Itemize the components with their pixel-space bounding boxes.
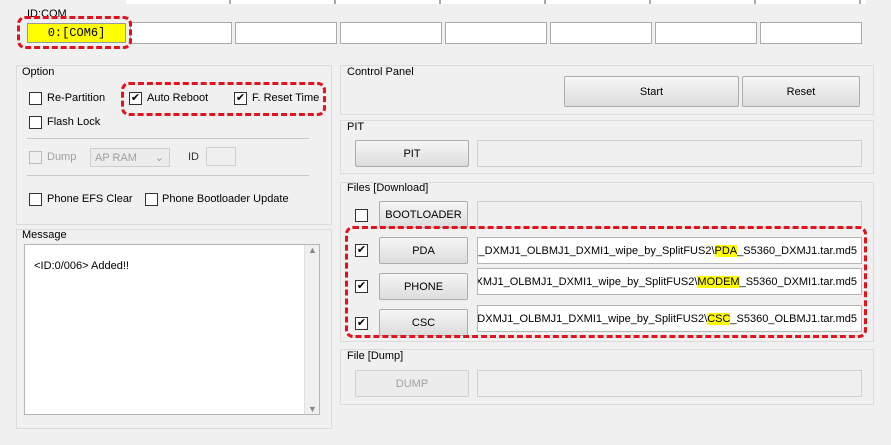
- pit-title: PIT: [347, 121, 365, 133]
- scroll-up-icon[interactable]: ▲: [308, 245, 317, 255]
- bootloader-path-field: [477, 201, 862, 228]
- dump-checkbox[interactable]: [29, 151, 42, 164]
- option-separator-1: [27, 138, 309, 139]
- annotation-firmware-files: [345, 226, 867, 338]
- com-port-slot-3[interactable]: [235, 22, 337, 44]
- com-port-slot-7[interactable]: [655, 22, 757, 44]
- dump-type-select[interactable]: AP RAM ⌄: [90, 148, 170, 167]
- start-button[interactable]: Start: [564, 76, 739, 107]
- com-port-slot-5[interactable]: [445, 22, 547, 44]
- re-partition-checkbox[interactable]: [29, 92, 42, 105]
- chevron-down-icon: ⌄: [154, 152, 164, 164]
- dump-button[interactable]: DUMP: [355, 370, 469, 397]
- flash-lock-label: Flash Lock: [47, 116, 101, 128]
- annotation-reboot-options: [121, 82, 326, 116]
- files-download-title: Files [Download]: [347, 182, 429, 194]
- pit-path-field: [477, 140, 862, 167]
- bootloader-button[interactable]: BOOTLOADER: [379, 201, 468, 228]
- phone-efs-clear-checkbox[interactable]: [29, 193, 42, 206]
- option-separator-2: [27, 175, 309, 176]
- option-title: Option: [22, 66, 55, 78]
- scroll-down-icon[interactable]: ▼: [308, 404, 317, 414]
- re-partition-label: Re-Partition: [47, 92, 106, 104]
- message-scrollbar[interactable]: ▲ ▼: [304, 245, 319, 414]
- phone-efs-clear-label: Phone EFS Clear: [47, 193, 133, 205]
- phone-bootloader-update-label: Phone Bootloader Update: [162, 193, 289, 205]
- bootloader-checkbox[interactable]: [355, 209, 368, 222]
- control-panel-title: Control Panel: [347, 66, 414, 78]
- annotation-com-highlight: [17, 16, 132, 49]
- id-com-top-strip: [126, 0, 866, 4]
- dump-path-field: [477, 370, 862, 397]
- com-port-slot-8[interactable]: [760, 22, 862, 44]
- message-log[interactable]: <ID:0/006> Added!!: [24, 244, 320, 415]
- pit-button[interactable]: PIT: [355, 140, 469, 167]
- dump-type-value: AP RAM: [95, 151, 137, 164]
- com-port-slot-6[interactable]: [550, 22, 652, 44]
- flash-lock-checkbox[interactable]: [29, 116, 42, 129]
- message-title: Message: [22, 229, 67, 241]
- message-log-text: <ID:0/006> Added!!: [34, 260, 129, 272]
- phone-bootloader-update-checkbox[interactable]: [145, 193, 158, 206]
- reset-button[interactable]: Reset: [742, 76, 860, 107]
- com-port-slot-4[interactable]: [340, 22, 442, 44]
- com-port-slot-2[interactable]: [130, 22, 232, 44]
- dump-id-input[interactable]: [206, 147, 236, 166]
- dump-id-label: ID: [188, 151, 199, 163]
- file-dump-title: File [Dump]: [347, 350, 404, 362]
- dump-label: Dump: [47, 151, 77, 163]
